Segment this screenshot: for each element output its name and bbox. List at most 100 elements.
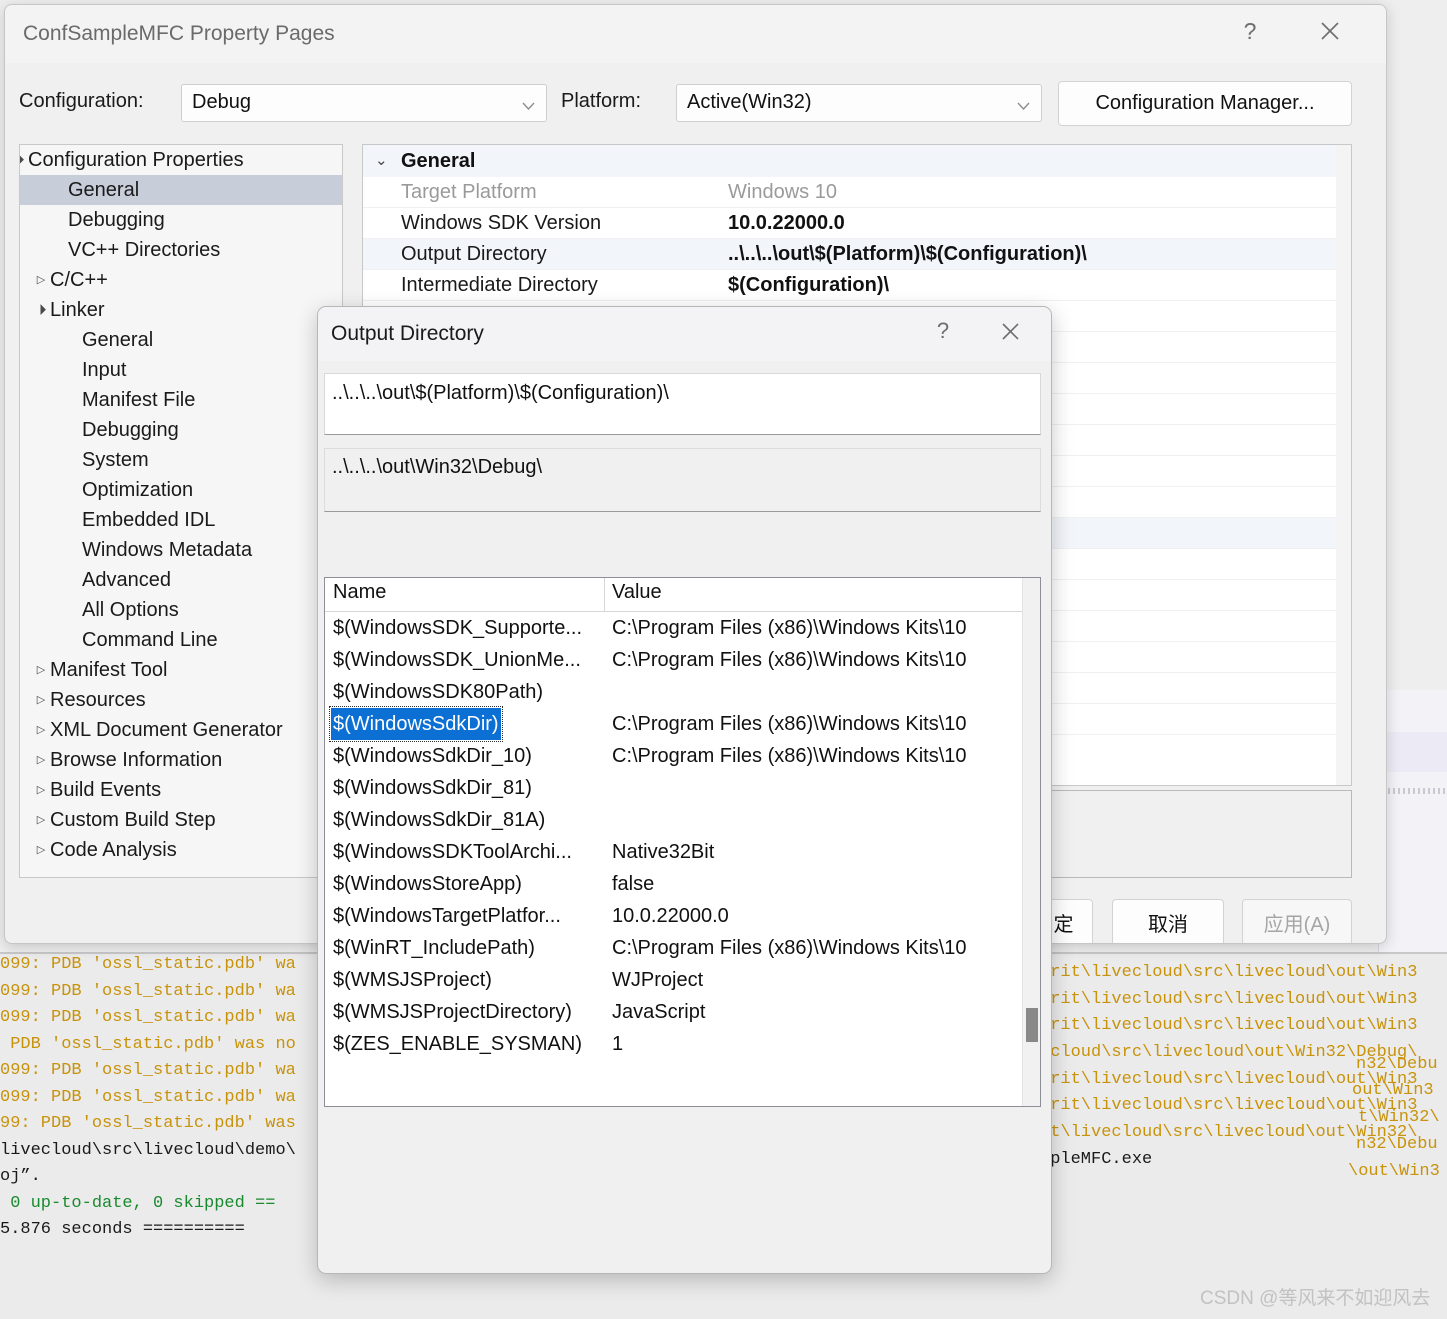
property-grid-scrollbar[interactable]: [1336, 145, 1351, 785]
configuration-manager-button[interactable]: Configuration Manager...: [1058, 81, 1352, 126]
property-name: Output Directory: [401, 243, 547, 265]
table-row[interactable]: $(WMSJSProjectDirectory) JavaScript: [325, 996, 1040, 1028]
table-row[interactable]: $(WindowsSdkDir_81A): [325, 804, 1040, 836]
configuration-label: Configuration:: [19, 90, 144, 112]
watermark: CSDN @等风来不如迎风去: [1200, 1288, 1431, 1309]
close-icon[interactable]: [1296, 5, 1364, 57]
sidebar-item-general[interactable]: General: [20, 325, 342, 355]
help-icon[interactable]: ?: [1216, 5, 1284, 57]
sidebar-item-label: Linker: [50, 299, 105, 321]
macro-name: $(WMSJSProjectDirectory): [333, 1001, 572, 1023]
sidebar-item-system[interactable]: System: [20, 445, 342, 475]
sidebar-item-c-c[interactable]: ▷ C/C++: [20, 265, 342, 295]
collapsed-arrow-icon[interactable]: ▷: [34, 775, 48, 805]
sidebar-item-debugging[interactable]: Debugging: [20, 205, 342, 235]
output-directory-input[interactable]: ..\..\..\out\$(Platform)\$(Configuration…: [324, 373, 1041, 435]
property-row[interactable]: Windows SDK Version 10.0.22000.0: [363, 208, 1351, 239]
macros-list-header: Name Value: [325, 578, 1040, 612]
property-value: 10.0.22000.0: [728, 212, 845, 234]
table-row[interactable]: $(WindowsSDK80Path): [325, 676, 1040, 708]
sidebar-item-label: Optimization: [82, 479, 194, 501]
console-line: rrit\livecloud\src\livecloud\out\Win3: [1040, 1016, 1418, 1035]
macros-list[interactable]: Name Value $(WindowsSDK_Supporte... C:\Pr…: [324, 577, 1041, 1107]
sidebar-item-manifest-tool[interactable]: ▷ Manifest Tool: [20, 655, 342, 685]
sidebar-item-linker[interactable]: ◢ Linker: [20, 295, 342, 325]
macro-value: Native32Bit: [612, 841, 715, 863]
property-name: Windows SDK Version: [401, 212, 602, 234]
sidebar-item-manifest-file[interactable]: Manifest File: [20, 385, 342, 415]
sidebar-item-embedded-idl[interactable]: Embedded IDL: [20, 505, 342, 535]
sidebar-item-xml-document-generator[interactable]: ▷ XML Document Generator: [20, 715, 342, 745]
sidebar-item-advanced[interactable]: Advanced: [20, 565, 342, 595]
platform-dropdown[interactable]: Active(Win32): [676, 84, 1042, 122]
macro-name: $(WindowsSDK80Path): [333, 681, 544, 703]
property-row[interactable]: Intermediate Directory $(Configuration)\: [363, 270, 1351, 301]
table-row[interactable]: $(WinRT_IncludePath) C:\Program Files (x8…: [325, 932, 1040, 964]
evaluated-value-box: ..\..\..\out\Win32\Debug\: [324, 448, 1041, 512]
sidebar-item-debugging[interactable]: Debugging: [20, 415, 342, 445]
help-icon[interactable]: ?: [916, 307, 970, 355]
macros-list-vscrollbar[interactable]: [1022, 578, 1040, 1106]
sidebar-item-command-line[interactable]: Command Line: [20, 625, 342, 655]
property-row[interactable]: Output Directory ..\..\..\out\$(Platform)…: [363, 239, 1351, 270]
collapsed-arrow-icon[interactable]: ▷: [34, 685, 48, 715]
macro-name: $(WinRT_IncludePath): [333, 937, 535, 959]
sidebar-item-label: Configuration Properties: [28, 149, 244, 171]
macro-name: $(WindowsSdkDir_10): [333, 745, 532, 767]
property-row[interactable]: Target Platform Windows 10: [363, 177, 1351, 208]
sidebar-item-resources[interactable]: ▷ Resources: [20, 685, 342, 715]
collapsed-arrow-icon[interactable]: ▷: [34, 655, 48, 685]
close-icon[interactable]: [983, 307, 1037, 355]
console-line: PDB 'ossl_static.pdb' was no: [0, 1034, 296, 1054]
collapsed-arrow-icon[interactable]: ▷: [34, 715, 48, 745]
sidebar-item-label: VC++ Directories: [68, 239, 221, 261]
sidebar-item-vc-directories[interactable]: VC++ Directories: [20, 235, 342, 265]
sidebar-item-general[interactable]: General: [20, 175, 342, 205]
table-row[interactable]: $(WindowsSdkDir) C:\Program Files (x86)\W…: [325, 706, 1040, 742]
sidebar-item-code-analysis[interactable]: ▷ Code Analysis: [20, 835, 342, 865]
macro-name: $(WindowsSdkDir_81): [333, 777, 532, 799]
table-row[interactable]: $(WindowsStoreApp) false: [325, 868, 1040, 900]
console-line: ecloud\src\livecloud\out\Win32\Debug\: [1040, 1043, 1418, 1062]
sidebar-item-configuration-properties[interactable]: ◢ Configuration Properties: [20, 145, 342, 175]
collapsed-arrow-icon[interactable]: ▷: [34, 805, 48, 835]
page-title: ConfSampleMFC Property Pages: [23, 22, 335, 45]
sidebar-item-optimization[interactable]: Optimization: [20, 475, 342, 505]
console-line: 99: PDB 'ossl_static.pdb' was: [0, 1114, 296, 1133]
configuration-dropdown[interactable]: Debug: [181, 84, 547, 122]
sidebar-item-input[interactable]: Input: [20, 355, 342, 385]
sidebar-item-label: Debugging: [68, 209, 165, 231]
sidebar-item-custom-build-step[interactable]: ▷ Custom Build Step: [20, 805, 342, 835]
cancel-button[interactable]: 取消: [1112, 899, 1224, 943]
sidebar-item-all-options[interactable]: All Options: [20, 595, 342, 625]
sidebar-item-windows-metadata[interactable]: Windows Metadata: [20, 535, 342, 565]
table-row[interactable]: $(WindowsTargetPlatfor... 10.0.22000.0: [325, 900, 1040, 932]
macro-name: $(WindowsSdkDir_81A): [333, 809, 546, 831]
sidebar-item-browse-information[interactable]: ▷ Browse Information: [20, 745, 342, 775]
chevron-down-icon: [1017, 97, 1030, 110]
background-document-panel: [1378, 690, 1447, 952]
table-row[interactable]: $(WMSJSProject) WJProject: [325, 964, 1040, 996]
evaluated-value-text: ..\..\..\out\Win32\Debug\: [332, 456, 543, 478]
configuration-tree[interactable]: ◢ Configuration Properties General Debuggin…: [19, 144, 343, 878]
apply-button[interactable]: 应用(A): [1242, 899, 1352, 943]
collapsed-arrow-icon[interactable]: ▷: [34, 745, 48, 775]
sidebar-item-label: Custom Build Step: [50, 809, 216, 831]
table-row[interactable]: $(ZES_ENABLE_SYSMAN) 1: [325, 1028, 1040, 1060]
sidebar-item-label: System: [82, 449, 149, 471]
scrollbar-thumb[interactable]: [1026, 1008, 1038, 1042]
property-value: ..\..\..\out\$(Platform)\$(Configuration…: [728, 243, 1087, 265]
collapsed-arrow-icon[interactable]: ▷: [34, 835, 48, 865]
sidebar-item-build-events[interactable]: ▷ Build Events: [20, 775, 342, 805]
table-row[interactable]: $(WindowsSdkDir_10) C:\Program Files (x86…: [325, 740, 1040, 772]
table-row[interactable]: $(WindowsSDKToolArchi... Native32Bit: [325, 836, 1040, 868]
console-line: 099: PDB 'ossl_static.pdb' wa: [0, 1087, 296, 1107]
sidebar-item-label: Build Events: [50, 779, 162, 801]
table-row[interactable]: $(WindowsSDK_UnionMe... C:\Program Files …: [325, 644, 1040, 676]
property-name: Intermediate Directory: [401, 274, 598, 296]
table-row[interactable]: $(WindowsSdkDir_81): [325, 772, 1040, 804]
macro-name: $(WindowsStoreApp): [333, 873, 522, 895]
property-group-header[interactable]: ⌄ General: [363, 145, 1351, 177]
table-row[interactable]: $(WindowsSDK_Supporte... C:\Program Files…: [325, 612, 1040, 644]
collapsed-arrow-icon[interactable]: ▷: [34, 265, 48, 295]
